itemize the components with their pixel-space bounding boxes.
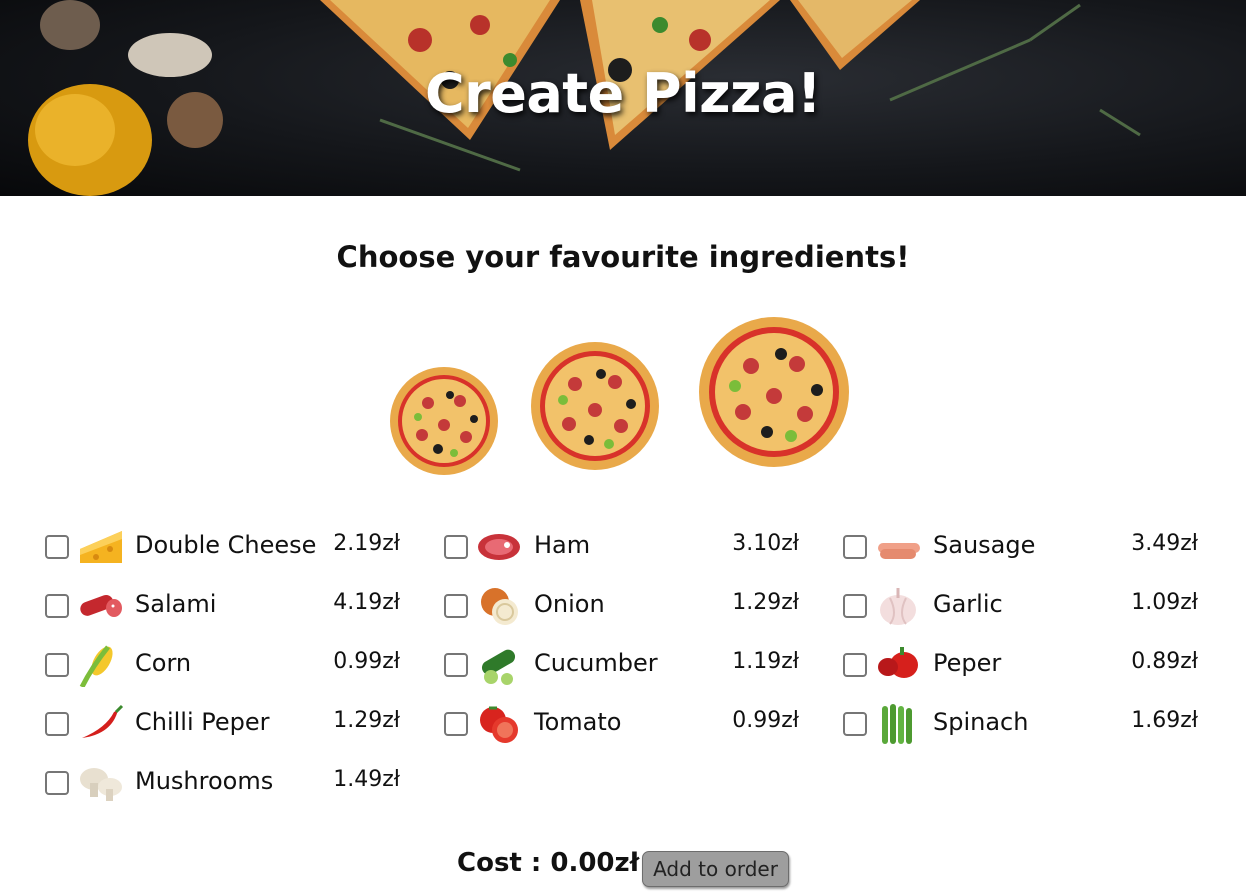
ingredient-checkbox[interactable]: [843, 594, 867, 618]
ingredient-checkbox[interactable]: [444, 535, 468, 559]
ingredient-chilli-peper[interactable]: Chilli Peper 1.29zł: [45, 702, 400, 748]
ingredient-onion[interactable]: Onion 1.29zł: [444, 584, 799, 630]
pizza-icon: [390, 367, 498, 475]
ingredient-double-cheese[interactable]: Double Cheese 2.19zł: [45, 525, 400, 571]
ingredient-cucumber[interactable]: Cucumber 1.19zł: [444, 643, 799, 689]
hero-banner: Create Pizza!: [0, 0, 1246, 196]
ingredient-checkbox[interactable]: [843, 712, 867, 736]
ingredient-checkbox[interactable]: [444, 653, 468, 677]
onion-icon: [477, 584, 523, 628]
ingredient-checkbox[interactable]: [45, 535, 69, 559]
ingredient-salami[interactable]: Salami 4.19zł: [45, 584, 400, 630]
ingredient-checkbox[interactable]: [45, 771, 69, 795]
ingredient-checkbox[interactable]: [843, 653, 867, 677]
ingredient-checkbox[interactable]: [444, 594, 468, 618]
mushroom-icon: [78, 761, 124, 805]
pizza-icon: [699, 317, 849, 467]
ingredient-checkbox[interactable]: [45, 712, 69, 736]
page-title: Create Pizza!: [424, 62, 822, 125]
large-pizza-option[interactable]: [697, 314, 851, 470]
ingredient-checkbox[interactable]: [843, 535, 867, 559]
pizza-icon: [531, 342, 659, 470]
tomato-icon: [477, 702, 523, 746]
ingredient-peper[interactable]: Peper 0.89zł: [843, 643, 1198, 689]
ingredient-tomato[interactable]: Tomato 0.99zł: [444, 702, 799, 748]
salami-icon: [78, 584, 124, 628]
total-cost: Cost : 0.00zł: [457, 848, 640, 878]
ingredient-checkbox[interactable]: [45, 653, 69, 677]
spinach-icon: [876, 702, 922, 746]
medium-pizza-option[interactable]: [529, 340, 661, 472]
garlic-icon: [876, 584, 922, 628]
add-to-order-button[interactable]: Add to order: [642, 851, 789, 887]
corn-icon: [78, 643, 124, 689]
ham-icon: [477, 525, 523, 569]
chilli-icon: [78, 702, 124, 746]
ingredient-ham[interactable]: Ham 3.10zł: [444, 525, 799, 571]
section-subtitle: Choose your favourite ingredients!: [336, 240, 910, 274]
cucumber-icon: [477, 643, 523, 687]
sausage-icon: [876, 525, 922, 569]
ingredient-checkbox[interactable]: [45, 594, 69, 618]
small-pizza-option[interactable]: [388, 365, 500, 477]
ingredient-corn[interactable]: Corn 0.99zł: [45, 643, 400, 689]
ingredient-checkbox[interactable]: [444, 712, 468, 736]
ingredient-spinach[interactable]: Spinach 1.69zł: [843, 702, 1198, 748]
bell-pepper-icon: [876, 643, 922, 687]
ingredient-sausage[interactable]: Sausage 3.49zł: [843, 525, 1198, 571]
cheese-icon: [78, 525, 124, 569]
ingredient-garlic[interactable]: Garlic 1.09zł: [843, 584, 1198, 630]
ingredient-mushrooms[interactable]: Mushrooms 1.49zł: [45, 761, 400, 807]
